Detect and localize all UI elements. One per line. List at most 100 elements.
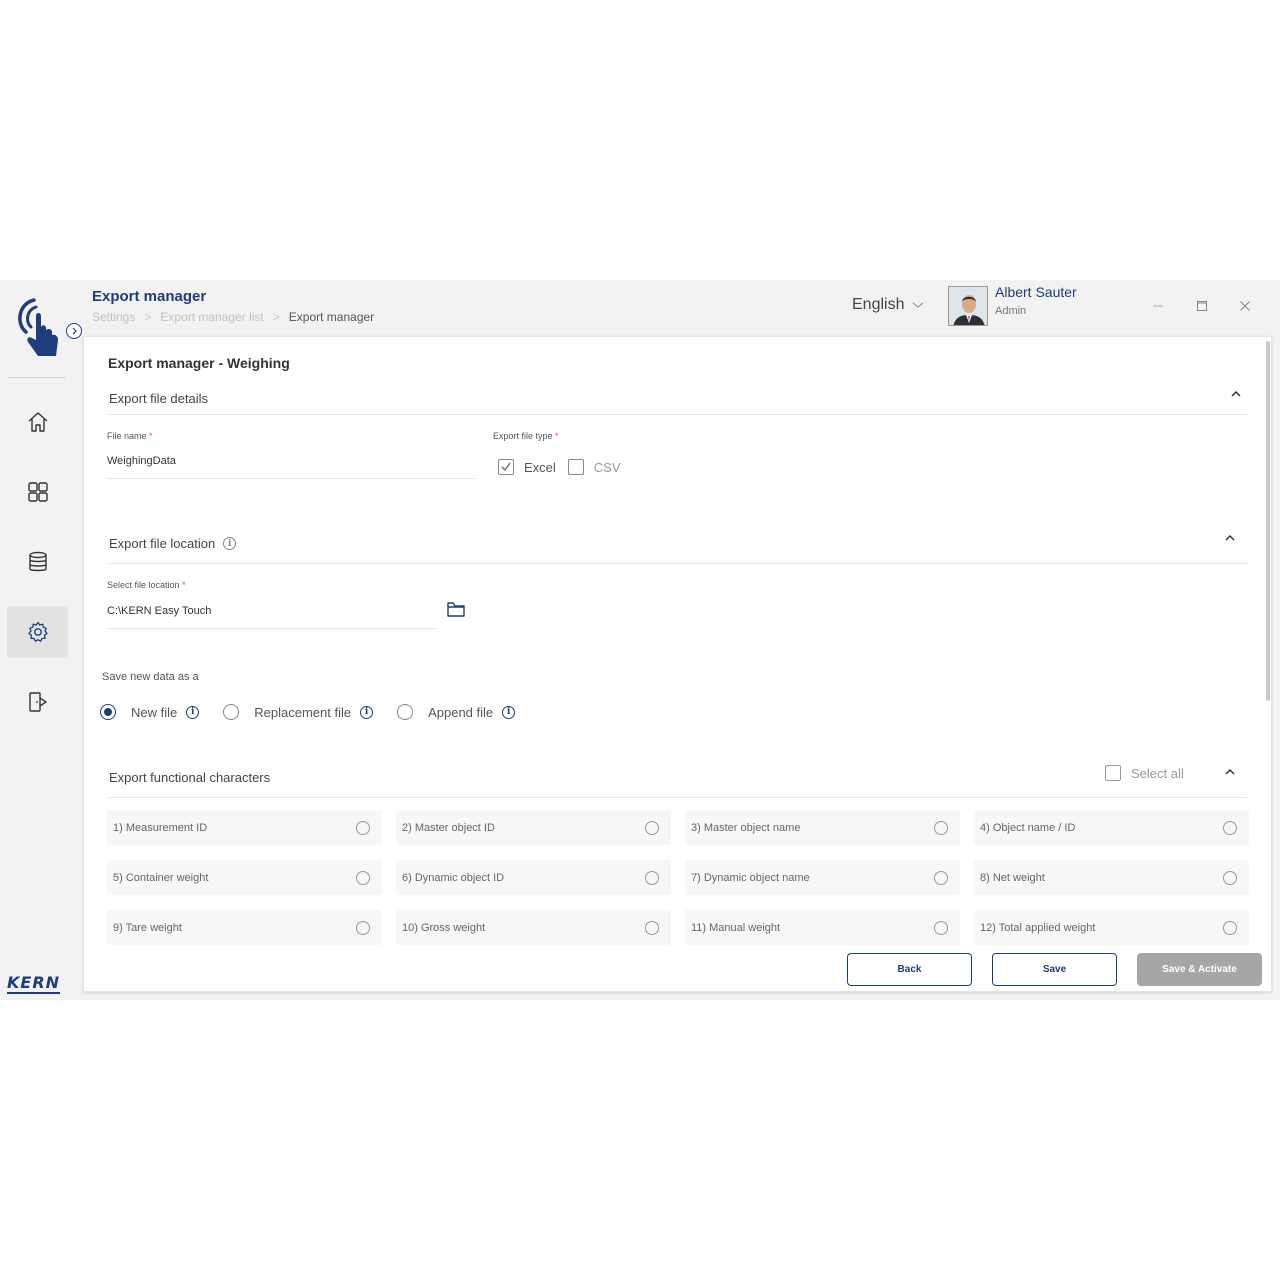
grid-icon	[27, 482, 48, 502]
file-location-input[interactable]: C:\KERN Easy Touch	[107, 605, 211, 617]
list-item[interactable]: 1) Measurement ID	[107, 810, 382, 845]
section-divider	[109, 563, 1247, 564]
append-file-radio[interactable]	[397, 704, 414, 720]
chevron-down-icon	[913, 302, 924, 308]
append-file-label: Append file	[428, 704, 494, 720]
item-radio[interactable]	[356, 820, 370, 835]
select-all[interactable]: Select all	[1105, 765, 1184, 781]
scrollbar[interactable]	[1266, 341, 1270, 701]
section-heading: Export file location	[109, 536, 216, 551]
replacement-file-radio[interactable]	[223, 704, 240, 720]
section-export-functional-characters: Export functional characters	[109, 770, 270, 785]
kern-logo: KERN	[7, 973, 61, 994]
sidebar-item-logout[interactable]	[7, 676, 68, 728]
chevron-right-icon: >	[144, 310, 152, 324]
excel-checkbox[interactable]	[498, 459, 514, 475]
list-item[interactable]: 4) Object name / ID	[974, 810, 1249, 845]
file-location-label: Select file location *	[107, 580, 186, 590]
file-location-underline	[107, 628, 437, 629]
item-radio[interactable]	[645, 820, 659, 835]
breadcrumb-current: Export manager	[288, 310, 375, 324]
list-item-label: 11) Manual weight	[691, 921, 781, 934]
item-radio[interactable]	[1223, 920, 1237, 935]
breadcrumb-settings[interactable]: Settings	[92, 310, 135, 324]
avatar[interactable]	[948, 286, 988, 326]
csv-label: CSV	[593, 459, 621, 475]
section-divider	[109, 797, 1247, 798]
back-button[interactable]: Back	[847, 953, 972, 986]
list-item-label: 7) Dynamic object name	[691, 871, 810, 884]
list-item-label: 12) Total applied weight	[980, 921, 1096, 934]
item-radio[interactable]	[645, 920, 659, 935]
list-item[interactable]: 3) Master object name	[685, 810, 960, 845]
info-icon[interactable]: i	[223, 537, 237, 550]
language-select[interactable]: English	[852, 296, 924, 314]
sidebar-item-settings[interactable]	[7, 606, 68, 658]
select-all-checkbox[interactable]	[1105, 765, 1121, 781]
save-new-data-label: Save new data as a	[102, 671, 199, 683]
home-icon	[28, 412, 47, 432]
list-item[interactable]: 10) Gross weight	[396, 910, 671, 945]
breadcrumb: Settings > Export manager list > Export …	[92, 310, 374, 324]
list-item[interactable]: 12) Total applied weight	[974, 910, 1249, 945]
list-item-label: 4) Object name / ID	[980, 821, 1076, 834]
list-item[interactable]: 5) Container weight	[107, 860, 382, 895]
database-icon	[28, 551, 47, 572]
csv-checkbox[interactable]	[567, 459, 584, 475]
list-item[interactable]: 11) Manual weight	[685, 910, 960, 945]
item-radio[interactable]	[356, 870, 370, 885]
info-icon[interactable]: i	[360, 705, 374, 719]
info-icon[interactable]: i	[502, 705, 516, 719]
list-item[interactable]: 7) Dynamic object name	[685, 860, 960, 895]
item-radio[interactable]	[934, 920, 948, 935]
option-replacement-file[interactable]: Replacement file i	[223, 704, 374, 720]
item-radio[interactable]	[1223, 820, 1237, 835]
save-button[interactable]: Save	[992, 953, 1117, 986]
list-item-label: 8) Net weight	[980, 871, 1045, 884]
list-item[interactable]: 8) Net weight	[974, 860, 1249, 895]
list-item-label: 3) Master object name	[691, 821, 801, 834]
new-file-label: New file	[131, 704, 178, 720]
list-item-label: 1) Measurement ID	[113, 821, 208, 834]
export-file-type-options: Excel CSV	[498, 459, 621, 475]
maximize-icon	[1197, 301, 1207, 311]
export-file-type-label: Export file type *	[493, 431, 559, 441]
checkmark-icon	[501, 462, 511, 472]
list-item-label: 5) Container weight	[113, 871, 209, 884]
language-value: English	[852, 296, 905, 313]
close-button[interactable]	[1235, 296, 1255, 316]
sidebar-item-dashboard[interactable]	[7, 466, 68, 518]
option-new-file[interactable]: New file i	[100, 704, 200, 720]
user-photo-icon	[949, 287, 987, 325]
card-title: Export manager - Weighing	[108, 355, 290, 371]
list-item[interactable]: 9) Tare weight	[107, 910, 382, 945]
app-window: KERN Export manager Settings > Export ma…	[0, 280, 1280, 1000]
list-item-label: 2) Master object ID	[402, 821, 495, 834]
breadcrumb-export-manager-list[interactable]: Export manager list	[160, 310, 263, 324]
list-item[interactable]: 6) Dynamic object ID	[396, 860, 671, 895]
chevron-up-icon[interactable]	[1229, 387, 1243, 401]
list-item[interactable]: 2) Master object ID	[396, 810, 671, 845]
item-radio[interactable]	[356, 920, 370, 935]
logout-icon	[28, 692, 47, 712]
item-radio[interactable]	[934, 820, 948, 835]
chevron-up-icon[interactable]	[1223, 765, 1237, 779]
sidebar-item-home[interactable]	[7, 396, 68, 448]
new-file-radio[interactable]	[100, 704, 116, 720]
sidebar: KERN	[0, 280, 82, 1000]
maximize-button[interactable]	[1192, 296, 1212, 316]
option-append-file[interactable]: Append file i	[397, 704, 516, 720]
info-icon[interactable]: i	[186, 705, 200, 719]
save-activate-button[interactable]: Save & Activate	[1137, 953, 1262, 986]
file-name-input[interactable]: WeighingData	[107, 455, 176, 467]
item-radio[interactable]	[934, 870, 948, 885]
minimize-button[interactable]	[1148, 296, 1168, 316]
item-radio[interactable]	[645, 870, 659, 885]
sidebar-divider	[8, 377, 66, 378]
section-divider	[109, 414, 1247, 415]
settings-icon	[27, 621, 48, 642]
sidebar-item-database[interactable]	[7, 536, 68, 588]
chevron-up-icon[interactable]	[1223, 531, 1237, 545]
folder-icon[interactable]	[446, 599, 466, 619]
item-radio[interactable]	[1223, 870, 1237, 885]
